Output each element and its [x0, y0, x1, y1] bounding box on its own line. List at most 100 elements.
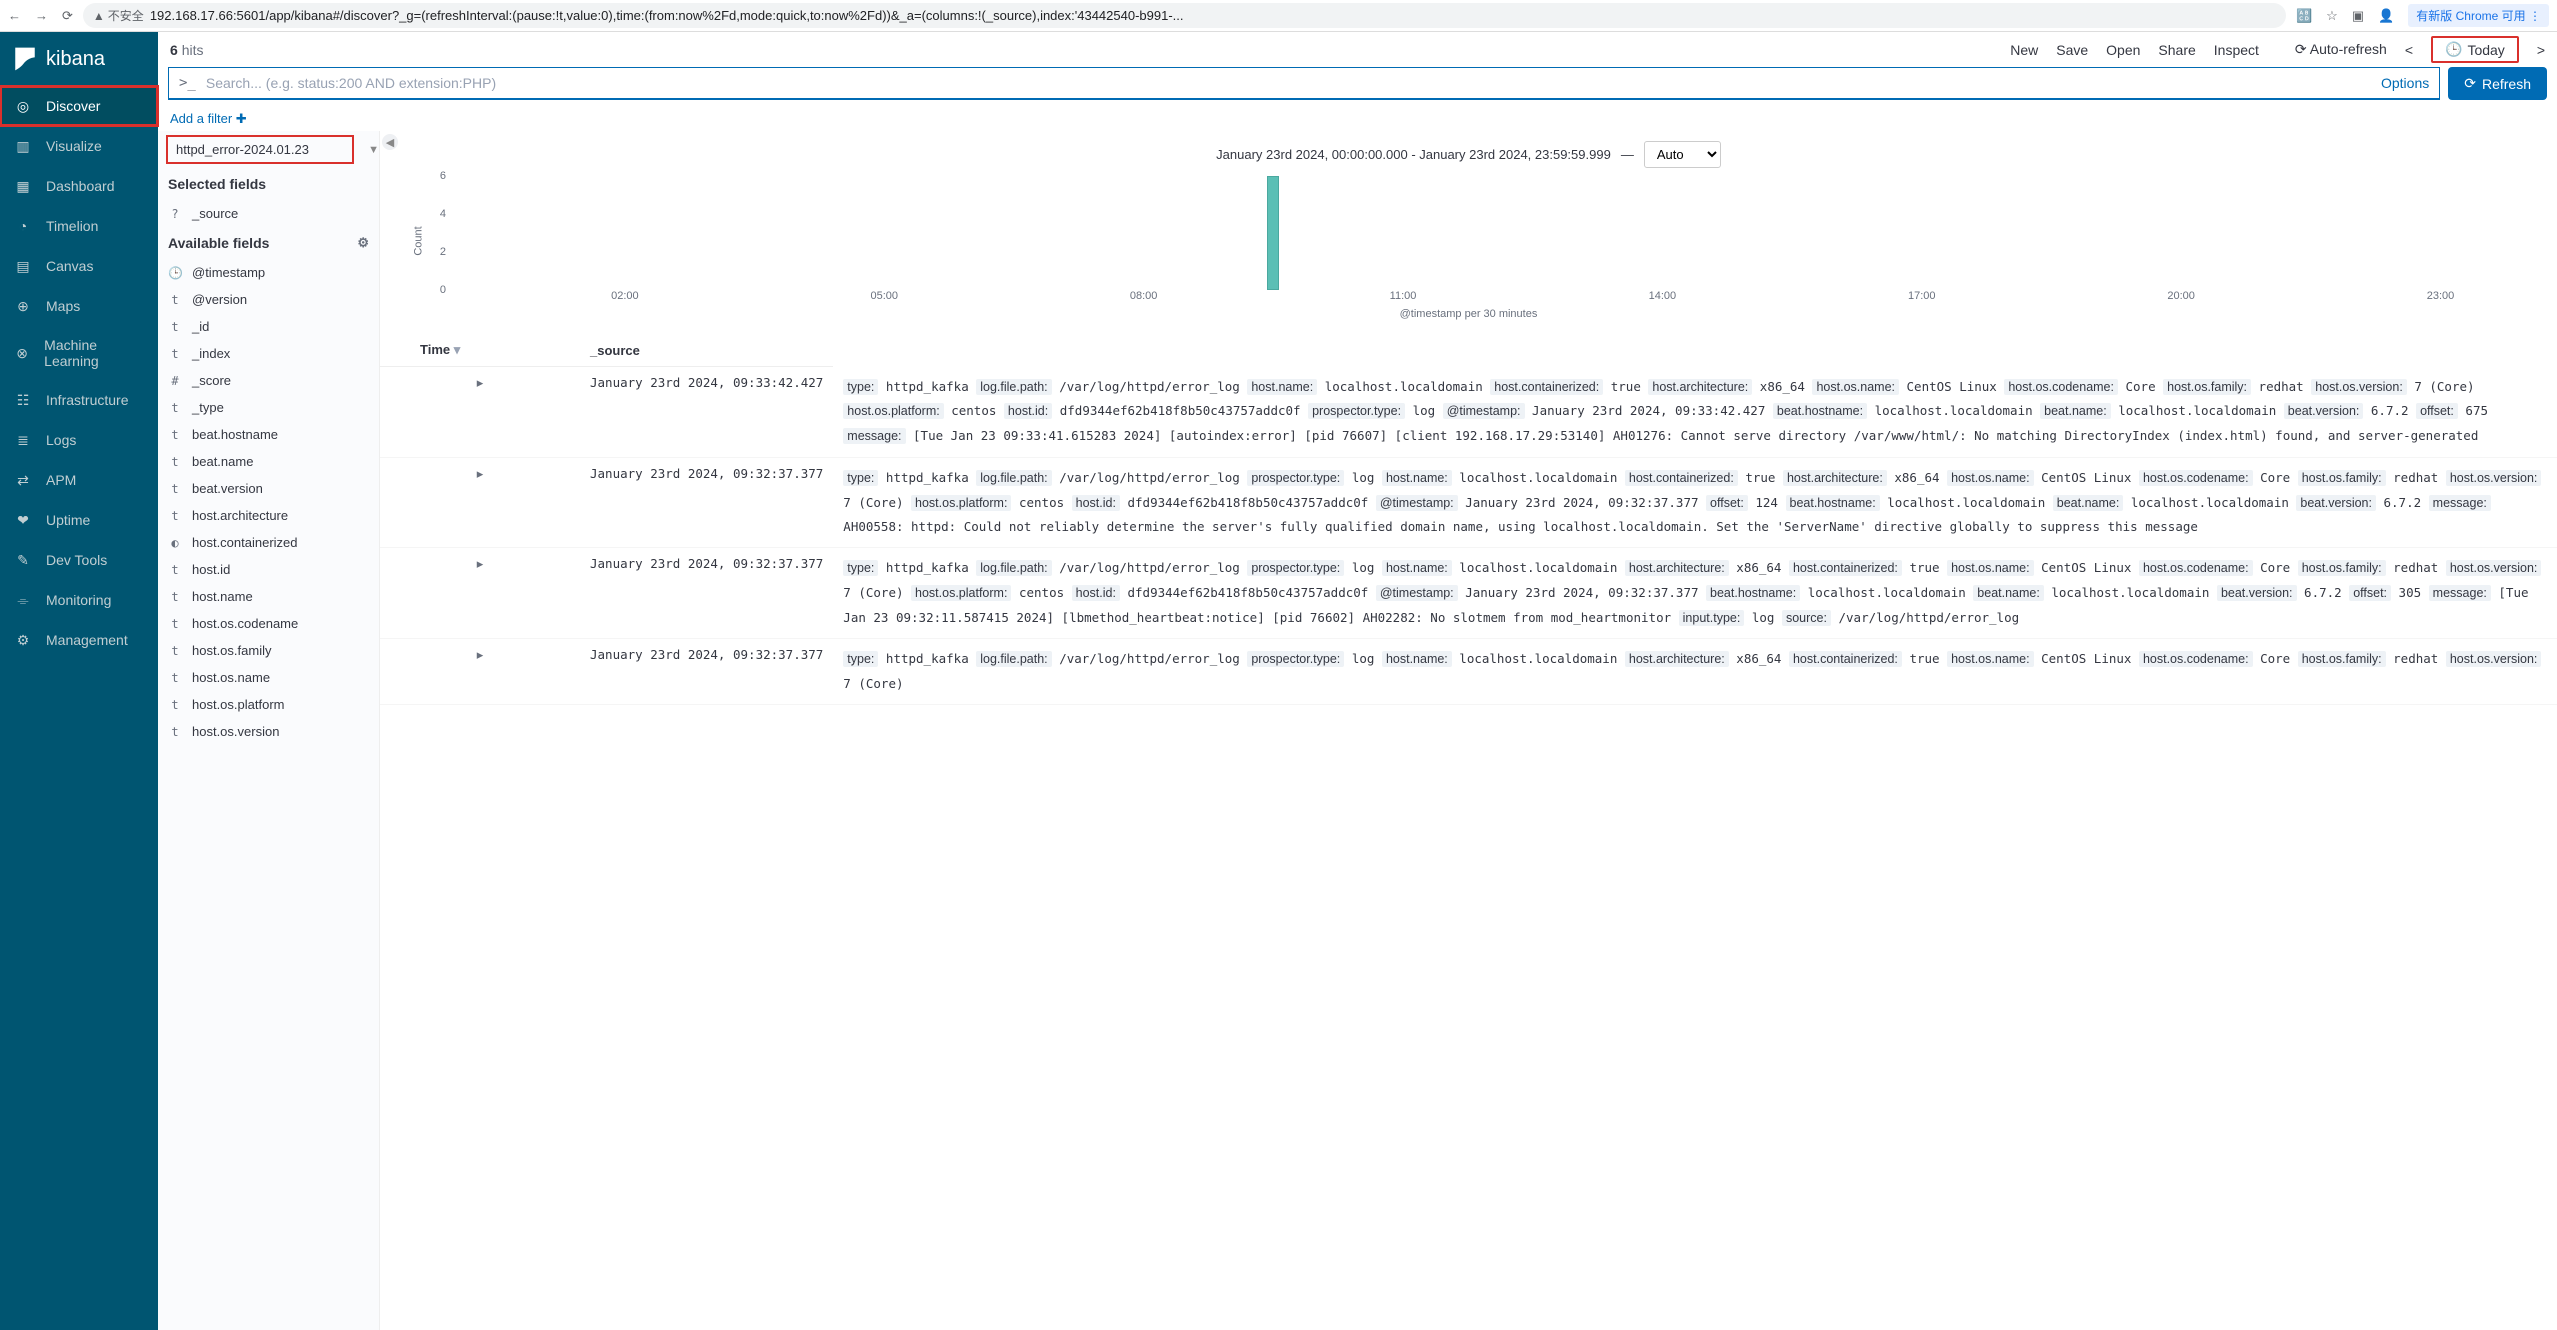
field-key: host.name: [1382, 651, 1452, 667]
apm-icon: ⇄ [14, 471, 32, 489]
chrome-update-badge[interactable]: 有新版 Chrome 可用 ⋮ [2408, 4, 2549, 27]
search-box[interactable]: >_ Options [168, 67, 2440, 100]
uptime-icon: ❤ [14, 511, 32, 529]
field-@timestamp[interactable]: 🕒@timestamp [158, 259, 379, 286]
reload-icon[interactable]: ⟳ [62, 8, 73, 24]
sidenav-item-apm[interactable]: ⇄APM [0, 460, 158, 500]
options-link[interactable]: Options [2381, 75, 2429, 91]
open-button[interactable]: Open [2106, 42, 2140, 58]
field-key: host.os.version: [2446, 651, 2542, 667]
url-input[interactable] [150, 8, 2276, 23]
field-_score[interactable]: #_score [158, 367, 379, 394]
field-key: host.architecture: [1648, 379, 1752, 395]
table-row: ▸January 23rd 2024, 09:32:37.377type: ht… [380, 548, 2557, 639]
y-axis-label: Count [413, 226, 425, 255]
share-button[interactable]: Share [2158, 42, 2195, 58]
interval-select[interactable]: Auto [1644, 141, 1721, 168]
sidenav-item-logs[interactable]: ≣Logs [0, 420, 158, 460]
sidenav-item-infrastructure[interactable]: ☷Infrastructure [0, 380, 158, 420]
sidenav-item-uptime[interactable]: ❤Uptime [0, 500, 158, 540]
field-host.name[interactable]: thost.name [158, 583, 379, 610]
field-host.os.name[interactable]: thost.os.name [158, 664, 379, 691]
time-picker-button[interactable]: 🕒 Today [2431, 36, 2519, 63]
table-row: ▸January 23rd 2024, 09:32:37.377type: ht… [380, 457, 2557, 547]
expand-icon[interactable]: ▸ [380, 457, 580, 547]
forward-icon[interactable]: → [35, 8, 48, 24]
field-key: host.architecture: [1625, 651, 1729, 667]
field-host.architecture[interactable]: thost.architecture [158, 502, 379, 529]
expand-icon[interactable]: ▸ [380, 548, 580, 639]
sidenav-item-maps[interactable]: ⊕Maps [0, 286, 158, 326]
field-_index[interactable]: t_index [158, 340, 379, 367]
field-key: host.id: [1072, 495, 1120, 511]
expand-icon[interactable]: ▸ [380, 639, 580, 705]
field-type-icon: # [168, 374, 182, 388]
field-host.os.family[interactable]: thost.os.family [158, 637, 379, 664]
chevron-down-icon[interactable]: ▼ [368, 144, 379, 156]
refresh-button[interactable]: ⟳ Refresh [2448, 67, 2547, 100]
field-key: log.file.path: [976, 470, 1051, 486]
histogram-chart[interactable]: Count 0246 02:0005:0008:0011:0014:0017:0… [430, 176, 2527, 306]
sidenav-item-visualize[interactable]: ▥Visualize [0, 126, 158, 166]
field-_source[interactable]: ?_source [158, 200, 379, 227]
index-pattern-select[interactable]: httpd_error-2024.01.23 [166, 135, 354, 164]
field-host.os.codename[interactable]: thost.os.codename [158, 610, 379, 637]
field-key: host.os.platform: [911, 495, 1011, 511]
field-key: host.id: [1072, 585, 1120, 601]
sidenav-item-discover[interactable]: ◎Discover [0, 86, 158, 126]
field-_type[interactable]: t_type [158, 394, 379, 421]
expand-icon[interactable]: ▸ [380, 367, 580, 458]
logo[interactable]: kibana [0, 32, 158, 86]
field-type-icon: t [168, 455, 182, 469]
field-key: type: [843, 651, 878, 667]
omnibox[interactable]: ▲ 不安全 [83, 3, 2286, 28]
field-beat.name[interactable]: tbeat.name [158, 448, 379, 475]
field-key: beat.hostname: [1773, 403, 1867, 419]
column-time[interactable]: Time ▾ [380, 334, 580, 367]
sidenav-item-timelion[interactable]: ◔Timelion [0, 206, 158, 246]
field-key: host.containerized: [1789, 560, 1902, 576]
auto-refresh-button[interactable]: ⟳ Auto-refresh [2295, 41, 2387, 58]
sidenav-item-canvas[interactable]: ▤Canvas [0, 246, 158, 286]
sidenav-item-dev-tools[interactable]: ✎Dev Tools [0, 540, 158, 580]
gear-icon[interactable]: ⚙ [357, 235, 369, 251]
table-row: ▸January 23rd 2024, 09:33:42.427type: ht… [380, 367, 2557, 458]
time-next-icon[interactable]: > [2537, 42, 2545, 58]
field-beat.hostname[interactable]: tbeat.hostname [158, 421, 379, 448]
field-type-icon: t [168, 320, 182, 334]
add-filter-button[interactable]: Add a filter ✚ [170, 111, 247, 126]
field-_id[interactable]: t_id [158, 313, 379, 340]
histogram-bar[interactable] [1267, 176, 1279, 290]
field-host.id[interactable]: thost.id [158, 556, 379, 583]
field-key: beat.hostname: [1706, 585, 1800, 601]
field-beat.version[interactable]: tbeat.version [158, 475, 379, 502]
field-key: host.os.platform: [911, 585, 1011, 601]
profile-icon[interactable]: 👤 [2378, 8, 2394, 24]
search-input[interactable] [206, 75, 2371, 91]
logs-icon: ≣ [14, 431, 32, 449]
field-key: prospector.type: [1247, 470, 1344, 486]
sidenav-item-dashboard[interactable]: ▦Dashboard [0, 166, 158, 206]
field-host.os.platform[interactable]: thost.os.platform [158, 691, 379, 718]
field-key: beat.version: [2296, 495, 2376, 511]
save-button[interactable]: Save [2056, 42, 2088, 58]
time-prev-icon[interactable]: < [2405, 42, 2413, 58]
new-button[interactable]: New [2010, 42, 2038, 58]
column-source[interactable]: _source [580, 334, 833, 367]
star-icon[interactable]: ☆ [2326, 8, 2338, 24]
back-icon[interactable]: ← [8, 8, 21, 24]
translate-icon[interactable]: 🔠 [2296, 8, 2312, 24]
sidenav-item-management[interactable]: ⚙Management [0, 620, 158, 660]
fields-panel: httpd_error-2024.01.23 ▼ Selected fields… [158, 131, 380, 1330]
inspect-button[interactable]: Inspect [2214, 42, 2259, 58]
field-key: message: [843, 428, 905, 444]
field-type-icon: 🕒 [168, 266, 182, 280]
extension-icon[interactable]: ▣ [2352, 8, 2364, 24]
sidenav-item-monitoring[interactable]: ⌯Monitoring [0, 580, 158, 620]
field-host.containerized[interactable]: ◐host.containerized [158, 529, 379, 556]
collapse-panel-icon[interactable]: ◀ [382, 134, 398, 150]
sidenav-item-machine-learning[interactable]: ⊗Machine Learning [0, 326, 158, 380]
field-@version[interactable]: t@version [158, 286, 379, 313]
field-key: host.os.family: [2163, 379, 2251, 395]
field-host.os.version[interactable]: thost.os.version [158, 718, 379, 745]
